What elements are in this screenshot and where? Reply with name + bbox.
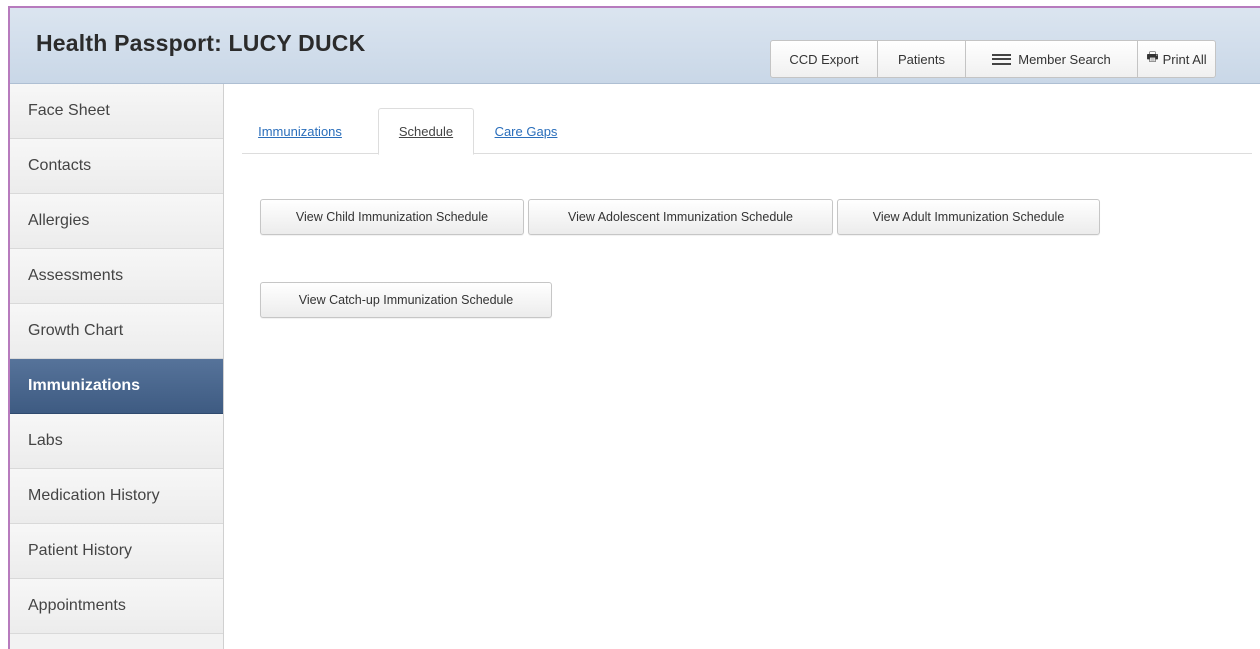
sidebar-item-patient-history[interactable]: Patient History bbox=[10, 524, 223, 579]
print-all-label: Print All bbox=[1162, 51, 1207, 67]
ccd-export-button[interactable]: CCD Export bbox=[770, 40, 878, 78]
button-label: View Adolescent Immunization Schedule bbox=[568, 210, 793, 224]
member-search-button[interactable]: Member Search bbox=[965, 40, 1138, 78]
sidebar-item-contacts[interactable]: Contacts bbox=[10, 139, 223, 194]
tab-label: Schedule bbox=[398, 124, 454, 139]
tab-schedule[interactable]: Schedule bbox=[378, 108, 474, 155]
sidebar-item-assessments[interactable]: Assessments bbox=[10, 249, 223, 304]
tab-label: Immunizations bbox=[258, 123, 342, 139]
button-label: View Catch-up Immunization Schedule bbox=[298, 293, 514, 307]
sidebar-item-label: Medication History bbox=[28, 487, 160, 504]
sidebar-item-labs[interactable]: Labs bbox=[10, 414, 223, 469]
sidebar-item-label: Contacts bbox=[28, 157, 92, 174]
view-adolescent-schedule-button[interactable]: View Adolescent Immunization Schedule bbox=[528, 199, 833, 235]
sidebar-item-appointments[interactable]: Appointments bbox=[10, 579, 223, 634]
sidebar-item-medication-history[interactable]: Medication History bbox=[10, 469, 223, 524]
sidebar-nav: Face Sheet Contacts Allergies Assessment… bbox=[10, 84, 224, 649]
view-adult-schedule-button[interactable]: View Adult Immunization Schedule bbox=[837, 199, 1100, 235]
app-window: Health Passport: LUCY DUCK CCD Export Pa… bbox=[8, 6, 1260, 649]
view-child-schedule-button[interactable]: View Child Immunization Schedule bbox=[260, 199, 524, 235]
sidebar-item-label: Patient History bbox=[28, 542, 133, 559]
tab-label: Care Gaps bbox=[494, 123, 558, 139]
sidebar-item-growth-chart[interactable]: Growth Chart bbox=[10, 304, 223, 359]
ccd-export-label: CCD Export bbox=[789, 51, 859, 67]
view-catch-up-schedule-button[interactable]: View Catch-up Immunization Schedule bbox=[260, 282, 552, 318]
patients-button[interactable]: Patients bbox=[877, 40, 966, 78]
sidebar-item-label: Assessments bbox=[28, 267, 124, 284]
member-search-label: Member Search bbox=[1018, 51, 1111, 67]
tab-care-gaps[interactable]: Care Gaps bbox=[482, 108, 570, 154]
sidebar-item-label: Growth Chart bbox=[28, 322, 124, 339]
patients-label: Patients bbox=[898, 51, 945, 67]
button-label: View Child Immunization Schedule bbox=[295, 210, 489, 224]
page-title: Health Passport: LUCY DUCK bbox=[36, 30, 366, 56]
tab-bar: Immunizations Schedule Care Gaps bbox=[242, 108, 1252, 155]
sidebar-item-immunizations[interactable]: Immunizations bbox=[10, 359, 223, 414]
header-toolbar: CCD Export Patients Member Search 🖶 Prin… bbox=[770, 40, 1216, 80]
print-all-button[interactable]: 🖶 Print All bbox=[1137, 40, 1216, 78]
sidebar-item-label: Appointments bbox=[28, 597, 126, 614]
sidebar-item-label: Labs bbox=[28, 432, 63, 449]
sidebar-item-allergies[interactable]: Allergies bbox=[10, 194, 223, 249]
tab-immunizations[interactable]: Immunizations bbox=[242, 108, 358, 154]
sidebar-item-label: Immunizations bbox=[28, 377, 141, 394]
button-label: View Adult Immunization Schedule bbox=[872, 210, 1065, 224]
sidebar-item-label: Face Sheet bbox=[28, 102, 110, 119]
hamburger-icon bbox=[992, 53, 1012, 65]
sidebar-item-label: Allergies bbox=[28, 212, 90, 229]
header-bar: Health Passport: LUCY DUCK CCD Export Pa… bbox=[10, 8, 1260, 84]
sidebar-item-face-sheet[interactable]: Face Sheet bbox=[10, 84, 223, 139]
main-content: Immunizations Schedule Care Gaps View Ch… bbox=[224, 84, 1260, 649]
printer-icon: 🖶 bbox=[1146, 49, 1159, 64]
